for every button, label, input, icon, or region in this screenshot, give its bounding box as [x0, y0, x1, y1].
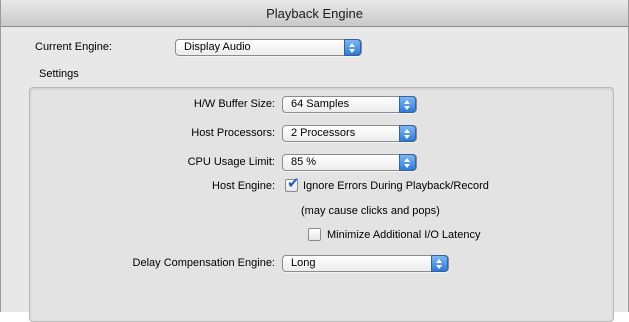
up-down-chevron-icon: [431, 255, 448, 272]
ignore-errors-note: (may cause clicks and pops): [301, 205, 440, 217]
up-down-chevron-icon: [399, 154, 416, 171]
ignore-errors-label[interactable]: Ignore Errors During Playback/Record: [303, 180, 489, 192]
hw-buffer-label: H/W Buffer Size:: [193, 98, 275, 110]
cpu-usage-value: 85 %: [291, 156, 317, 168]
settings-group-label: Settings: [39, 68, 79, 80]
delay-comp-value: Long: [291, 257, 316, 269]
host-processors-popup[interactable]: 2 Processors: [282, 125, 417, 142]
delay-comp-label: Delay Compensation Engine:: [132, 257, 275, 269]
host-processors-value: 2 Processors: [291, 127, 356, 139]
current-engine-value: Display Audio: [184, 41, 251, 53]
up-down-chevron-icon: [399, 96, 416, 113]
delay-comp-popup[interactable]: Long: [282, 255, 449, 272]
playback-engine-window: Playback Engine Current Engine: Display …: [0, 0, 629, 322]
up-down-chevron-icon: [344, 39, 361, 56]
window-title: Playback Engine: [266, 6, 363, 21]
hw-buffer-value: 64 Samples: [291, 98, 350, 110]
cpu-usage-label: CPU Usage Limit:: [187, 156, 275, 168]
current-engine-popup[interactable]: Display Audio: [175, 39, 362, 56]
checkmark-icon: ✔: [287, 174, 300, 192]
hw-buffer-popup[interactable]: 64 Samples: [282, 96, 417, 113]
host-engine-label: Host Engine:: [212, 180, 275, 192]
minimize-latency-label[interactable]: Minimize Additional I/O Latency: [327, 229, 480, 241]
minimize-latency-checkbox[interactable]: [308, 228, 321, 241]
cpu-usage-popup[interactable]: 85 %: [282, 154, 417, 171]
current-engine-label: Current Engine:: [35, 41, 113, 53]
up-down-chevron-icon: [399, 125, 416, 142]
title-bar[interactable]: Playback Engine: [1, 0, 628, 27]
host-processors-label: Host Processors:: [191, 127, 275, 139]
ignore-errors-checkbox[interactable]: ✔: [285, 174, 300, 192]
